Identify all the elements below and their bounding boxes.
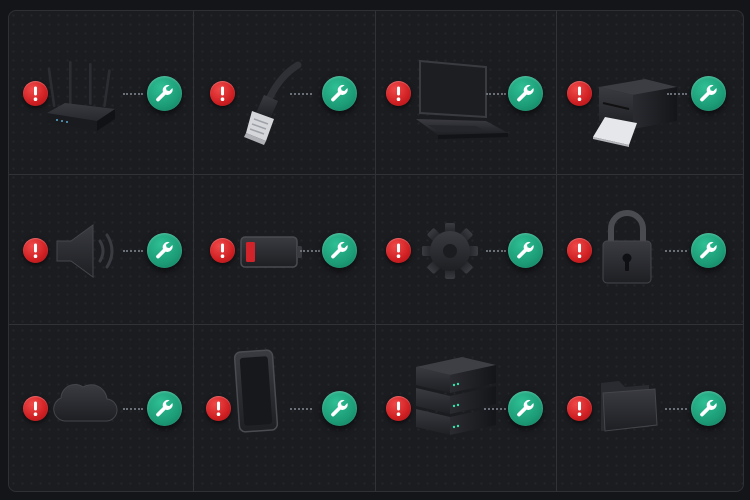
connector-dots [665, 249, 687, 252]
router-icon [43, 61, 123, 141]
wrench-icon[interactable] [147, 75, 182, 111]
tile-folder[interactable] [557, 325, 743, 491]
connector-dots [486, 249, 506, 252]
exclamation-icon [23, 237, 48, 263]
laptop-icon [416, 55, 514, 147]
smartphone-icon [233, 349, 280, 435]
gear-icon [420, 221, 480, 281]
wrench-icon[interactable] [322, 391, 357, 426]
exclamation-icon [567, 396, 592, 421]
connector-dots [290, 408, 312, 410]
tile-laptop[interactable] [376, 11, 557, 175]
device-troubleshooting-grid [8, 10, 744, 492]
exclamation-icon [386, 80, 411, 106]
connector-dots [484, 408, 506, 410]
wrench-icon[interactable] [508, 391, 543, 426]
connector-dots [290, 92, 312, 95]
wrench-icon[interactable] [508, 232, 543, 268]
exclamation-icon [210, 237, 235, 263]
connector-dots [486, 92, 506, 95]
connector-dots [123, 249, 143, 252]
tile-padlock[interactable] [557, 175, 743, 325]
connector-dots [300, 249, 320, 252]
exclamation-icon [567, 237, 592, 263]
wrench-icon[interactable] [691, 232, 726, 268]
printer-icon [593, 73, 679, 147]
ethernet-cable-icon [244, 61, 304, 151]
exclamation-icon [23, 396, 48, 421]
exclamation-icon [210, 80, 235, 106]
wrench-icon[interactable] [147, 232, 182, 268]
wrench-icon[interactable] [691, 75, 726, 111]
tile-router[interactable] [9, 11, 194, 175]
wrench-icon[interactable] [322, 232, 357, 268]
exclamation-icon [386, 396, 411, 421]
connector-dots [667, 92, 687, 95]
tile-battery[interactable] [194, 175, 376, 325]
tile-ethernet-cable[interactable] [194, 11, 376, 175]
connector-dots [665, 408, 687, 410]
exclamation-icon [206, 396, 231, 421]
exclamation-icon [386, 237, 411, 263]
exclamation-icon [567, 80, 592, 106]
connector-dots [123, 408, 143, 410]
tile-speaker[interactable] [9, 175, 194, 325]
wrench-icon[interactable] [691, 391, 726, 426]
folder-icon [599, 377, 659, 433]
tile-cloud[interactable] [9, 325, 194, 491]
tile-printer[interactable] [557, 11, 743, 175]
wrench-icon[interactable] [147, 391, 182, 426]
speaker-icon [53, 221, 121, 281]
wrench-icon[interactable] [508, 75, 543, 111]
server-rack-icon [414, 355, 498, 441]
cloud-icon [51, 375, 118, 425]
wrench-icon[interactable] [322, 75, 357, 111]
tile-settings-gear[interactable] [376, 175, 557, 325]
padlock-icon [599, 209, 655, 287]
low-battery-icon [240, 235, 304, 269]
tile-server[interactable] [376, 325, 557, 491]
tile-smartphone[interactable] [194, 325, 376, 491]
connector-dots [123, 92, 143, 95]
